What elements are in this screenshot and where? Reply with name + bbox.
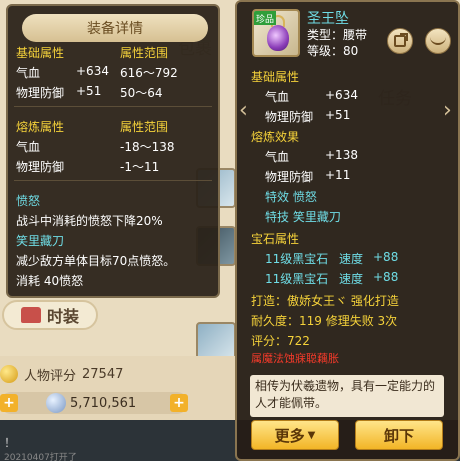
unload-button-label: 卸下 (383, 426, 414, 445)
item-description: 相传为伏羲遗物，具有一定能力的人才能佩带。 (255, 379, 436, 410)
smelt-attr-name: 气血 (265, 150, 290, 164)
base-attr-range: 616～792 (120, 66, 178, 80)
share-button[interactable] (387, 28, 413, 54)
money-bar: + 5,710,561 + (0, 392, 188, 414)
rating-label: 人物评分 (24, 368, 77, 384)
base-attr-value: +634 (76, 64, 109, 78)
base-attr-name: 物理防御 (265, 110, 314, 124)
item-tooltip-panel: 珍品 圣王坠 类型：腰带 等级：80 ‹ › 基础属性 气血 +634 物理防御… (235, 0, 460, 461)
effect-desc: 战斗中消耗的愤怒下降20% (16, 214, 163, 228)
more-button-label: 更多 (274, 426, 305, 445)
smelt-effect-header: 熔炼效果 (251, 130, 300, 144)
divider (14, 180, 212, 181)
gem-stat: 速度 (339, 272, 364, 286)
silver-coin-icon (46, 393, 66, 413)
base-attr-header: 基础属性 (251, 70, 300, 84)
item-type: 类型：腰带 (307, 28, 368, 42)
fashion-tab[interactable]: 时装 (2, 300, 98, 330)
forge-line: 打造：傲娇女王ヾ 强化打造 (251, 294, 399, 308)
base-attr-range: 50～64 (120, 86, 163, 100)
shirt-icon (20, 307, 41, 323)
smelt-attr-name: 物理防御 (16, 160, 65, 174)
owner-line: 属魔法蚀寐聪藕胀 (251, 352, 339, 365)
detail-title: 装备详情 (22, 14, 208, 42)
effect-name: 愤怒 (16, 194, 41, 208)
equipment-detail-panel: 装备详情 基础属性 属性范围 气血 +634 616～792 物理防御 +51 … (6, 4, 220, 298)
skill-desc: 减少敌方单体目标70点愤怒。 (16, 254, 176, 268)
gem-stat: 速度 (339, 252, 364, 266)
eye-closed-icon (430, 37, 446, 45)
fashion-label: 时装 (46, 307, 79, 326)
special-effect: 特效 愤怒 (265, 190, 317, 204)
base-attr-name: 物理防御 (16, 86, 65, 100)
smelt-attr-value: +138 (325, 148, 358, 162)
rating-value: 27547 (82, 366, 124, 382)
hide-button[interactable] (425, 28, 451, 54)
smelt-range-header: 属性范围 (120, 120, 169, 134)
add-gem-button[interactable]: + (0, 394, 18, 412)
pendant-icon (267, 25, 289, 51)
skill-cost: 消耗 40愤怒 (16, 274, 84, 288)
skill-name: 笑里藏刀 (16, 234, 65, 248)
base-attr-name: 气血 (265, 90, 290, 104)
rare-tag: 珍品 (254, 11, 276, 25)
item-icon: 珍品 (252, 9, 300, 57)
gem-header: 宝石属性 (251, 232, 300, 246)
money-value: 5,710,561 (70, 395, 137, 411)
add-money-button[interactable]: + (170, 394, 188, 412)
durability-line: 耐久度：119 修理失败 3次 (251, 314, 398, 328)
base-attr-value: +634 (325, 88, 358, 102)
base-attr-name: 气血 (16, 66, 41, 80)
range-header: 属性范围 (120, 46, 169, 60)
item-name: 圣王坠 (307, 11, 349, 27)
smelt-attr-range: -18～138 (120, 140, 175, 154)
unload-button[interactable]: 卸下 (355, 420, 443, 450)
smelt-attr-name: 气血 (16, 140, 41, 154)
smelt-attr-range: -1～11 (120, 160, 160, 174)
rating-gem-icon (0, 365, 18, 383)
item-level: 等级：80 (307, 44, 359, 58)
special-skill: 特技 笑里藏刀 (265, 210, 341, 224)
smelt-attr-value: +11 (325, 168, 351, 182)
base-attr-value: +51 (325, 108, 351, 122)
chat-sub: 20210407打开了 (4, 453, 77, 461)
gem-name: 11级黑宝石 (265, 252, 329, 266)
base-attr-value: +51 (76, 84, 102, 98)
smelt-attr-header: 熔炼属性 (16, 120, 65, 134)
share-icon (394, 33, 408, 47)
character-rating: 人物评分 27547 (0, 362, 123, 386)
prev-arrow-icon[interactable]: ‹ (239, 98, 248, 123)
more-button[interactable]: 更多 ▼ (251, 420, 339, 450)
gem-value: +88 (373, 250, 399, 264)
chat-message: ！ (4, 436, 17, 450)
next-arrow-icon[interactable]: › (443, 98, 452, 123)
smelt-attr-name: 物理防御 (265, 170, 314, 184)
divider (14, 106, 212, 107)
base-attr-header: 基础属性 (16, 46, 65, 60)
caret-down-icon: ▼ (307, 429, 316, 441)
score-line: 评分：722 (251, 334, 310, 348)
gem-name: 11级黑宝石 (265, 272, 329, 286)
gem-value: +88 (373, 270, 399, 284)
